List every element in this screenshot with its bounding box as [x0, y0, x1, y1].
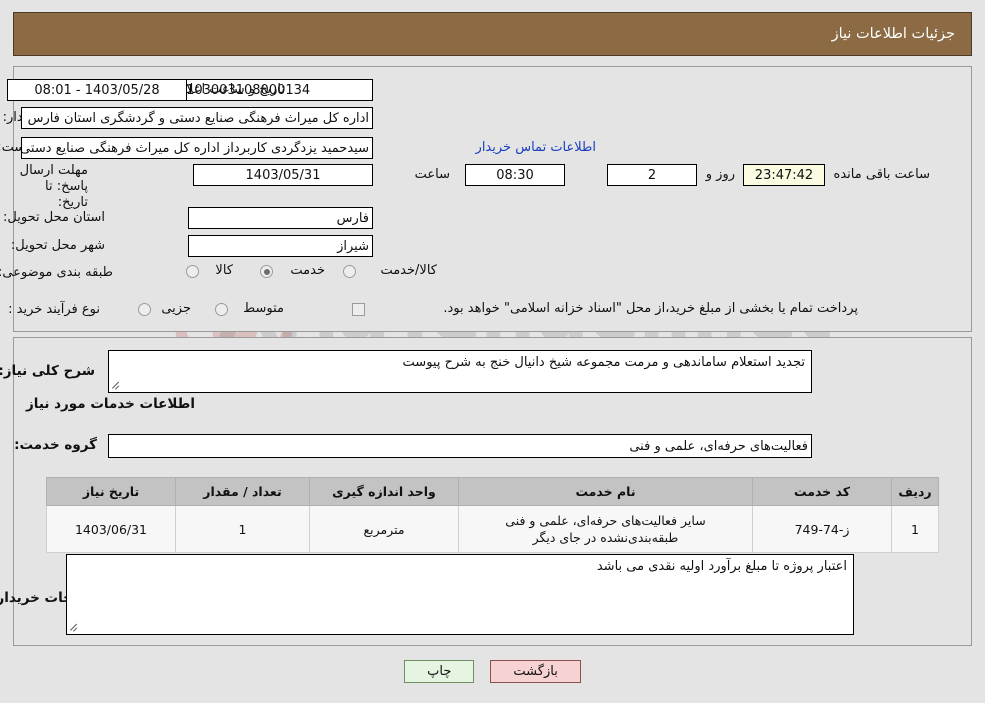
need-summary-panel	[13, 66, 972, 332]
radio-label-kala: کالا	[215, 263, 233, 278]
creator-value: سیدحمید یزدگردی کاربرداز اداره کل میراث …	[21, 137, 373, 159]
radio-process-motavaset[interactable]	[215, 303, 228, 316]
th-unit: واحد اندازه گیری	[309, 477, 459, 506]
city-value: شیراز	[188, 235, 373, 257]
category-label: طبقه بندی موضوعی:	[0, 265, 113, 280]
service-group-label: گروه خدمت:	[14, 437, 97, 453]
cell-unit: مترمربع	[309, 505, 459, 553]
radio-label-kala-khedmat: کالا/خدمت	[380, 263, 437, 278]
deadline-days-suffix: روز و	[705, 167, 735, 182]
general-desc-textarea[interactable]: تجدید استعلام ساماندهی و مرمت مجموعه شیخ…	[108, 350, 812, 393]
th-row: ردیف	[891, 477, 939, 506]
treasury-note-text: پرداخت تمام یا بخشی از مبلغ خرید،از محل …	[443, 301, 858, 316]
th-date: تاریخ نیاز	[46, 477, 176, 506]
cell-row: 1	[891, 505, 939, 553]
radio-label-jozii: جزیی	[161, 301, 191, 316]
deadline-time-label: ساعت	[414, 167, 450, 182]
back-button[interactable]: بازگشت	[490, 660, 581, 683]
deadline-time-value: 08:30	[465, 164, 565, 186]
city-label: شهر محل تحویل:	[10, 238, 105, 253]
cell-date: 1403/06/31	[46, 505, 176, 553]
deadline-days-value: 2	[607, 164, 697, 186]
radio-label-motavaset: متوسط	[243, 301, 284, 316]
general-desc-value: تجدید استعلام ساماندهی و مرمت مجموعه شیخ…	[402, 355, 805, 370]
th-name: نام خدمت	[458, 477, 753, 506]
table-header-row: ردیف کد خدمت نام خدمت واحد اندازه گیری ت…	[46, 477, 939, 506]
cell-name: سایر فعالیت‌های حرفه‌ای، علمی و فنی طبقه…	[458, 505, 753, 553]
countdown-timer: 23:47:42	[743, 164, 825, 186]
services-table: ردیف کد خدمت نام خدمت واحد اندازه گیری ت…	[46, 477, 939, 553]
tender-details-page: AriaTender.net جزئیات اطلاعات نیاز شماره…	[0, 0, 985, 703]
process-type-label: نوع فرآیند خرید :	[8, 302, 100, 317]
resize-grip-icon[interactable]	[111, 381, 121, 391]
th-code: کد خدمت	[752, 477, 892, 506]
province-label: استان محل تحویل:	[3, 210, 105, 225]
radio-category-kala-khedmat[interactable]	[343, 265, 356, 278]
deadline-label: مهلت ارسال پاسخ: تا تاریخ:	[19, 163, 88, 210]
general-desc-label: شرح کلی نیاز:	[0, 363, 95, 379]
footer-button-row: بازگشت چاپ	[0, 660, 985, 683]
page-title: جزئیات اطلاعات نیاز	[831, 26, 955, 42]
table-row: 1 ز-74-749 سایر فعالیت‌های حرفه‌ای، علمی…	[46, 505, 939, 553]
treasury-bond-checkbox[interactable]	[352, 303, 365, 316]
resize-grip-icon-notes[interactable]	[69, 623, 79, 633]
services-heading: اطلاعات خدمات مورد نیاز	[25, 396, 195, 412]
cell-code: ز-74-749	[752, 505, 892, 553]
radio-process-jozii[interactable]	[138, 303, 151, 316]
cell-qty: 1	[175, 505, 310, 553]
radio-category-khedmat[interactable]	[260, 265, 273, 278]
buyer-org-value: اداره کل میراث فرهنگی صنایع دستی و گردشگ…	[21, 107, 373, 129]
radio-label-khedmat: خدمت	[290, 263, 325, 278]
deadline-date-value: 1403/05/31	[193, 164, 373, 186]
buyer-contact-link[interactable]: اطلاعات تماس خریدار	[476, 140, 596, 155]
radio-category-kala[interactable]	[186, 265, 199, 278]
announce-datetime-value: 1403/05/28 - 08:01	[7, 79, 187, 101]
print-button[interactable]: چاپ	[404, 660, 475, 683]
th-qty: تعداد / مقدار	[175, 477, 310, 506]
countdown-suffix: ساعت باقی مانده	[833, 167, 930, 182]
province-value: فارس	[188, 207, 373, 229]
service-group-value: فعالیت‌های حرفه‌ای، علمی و فنی	[108, 434, 812, 458]
buyer-notes-textarea[interactable]: اعتبار پروژه تا مبلغ برآورد اولیه نقدی م…	[66, 554, 854, 635]
page-header: جزئیات اطلاعات نیاز	[13, 12, 972, 56]
buyer-notes-value: اعتبار پروژه تا مبلغ برآورد اولیه نقدی م…	[596, 559, 847, 574]
